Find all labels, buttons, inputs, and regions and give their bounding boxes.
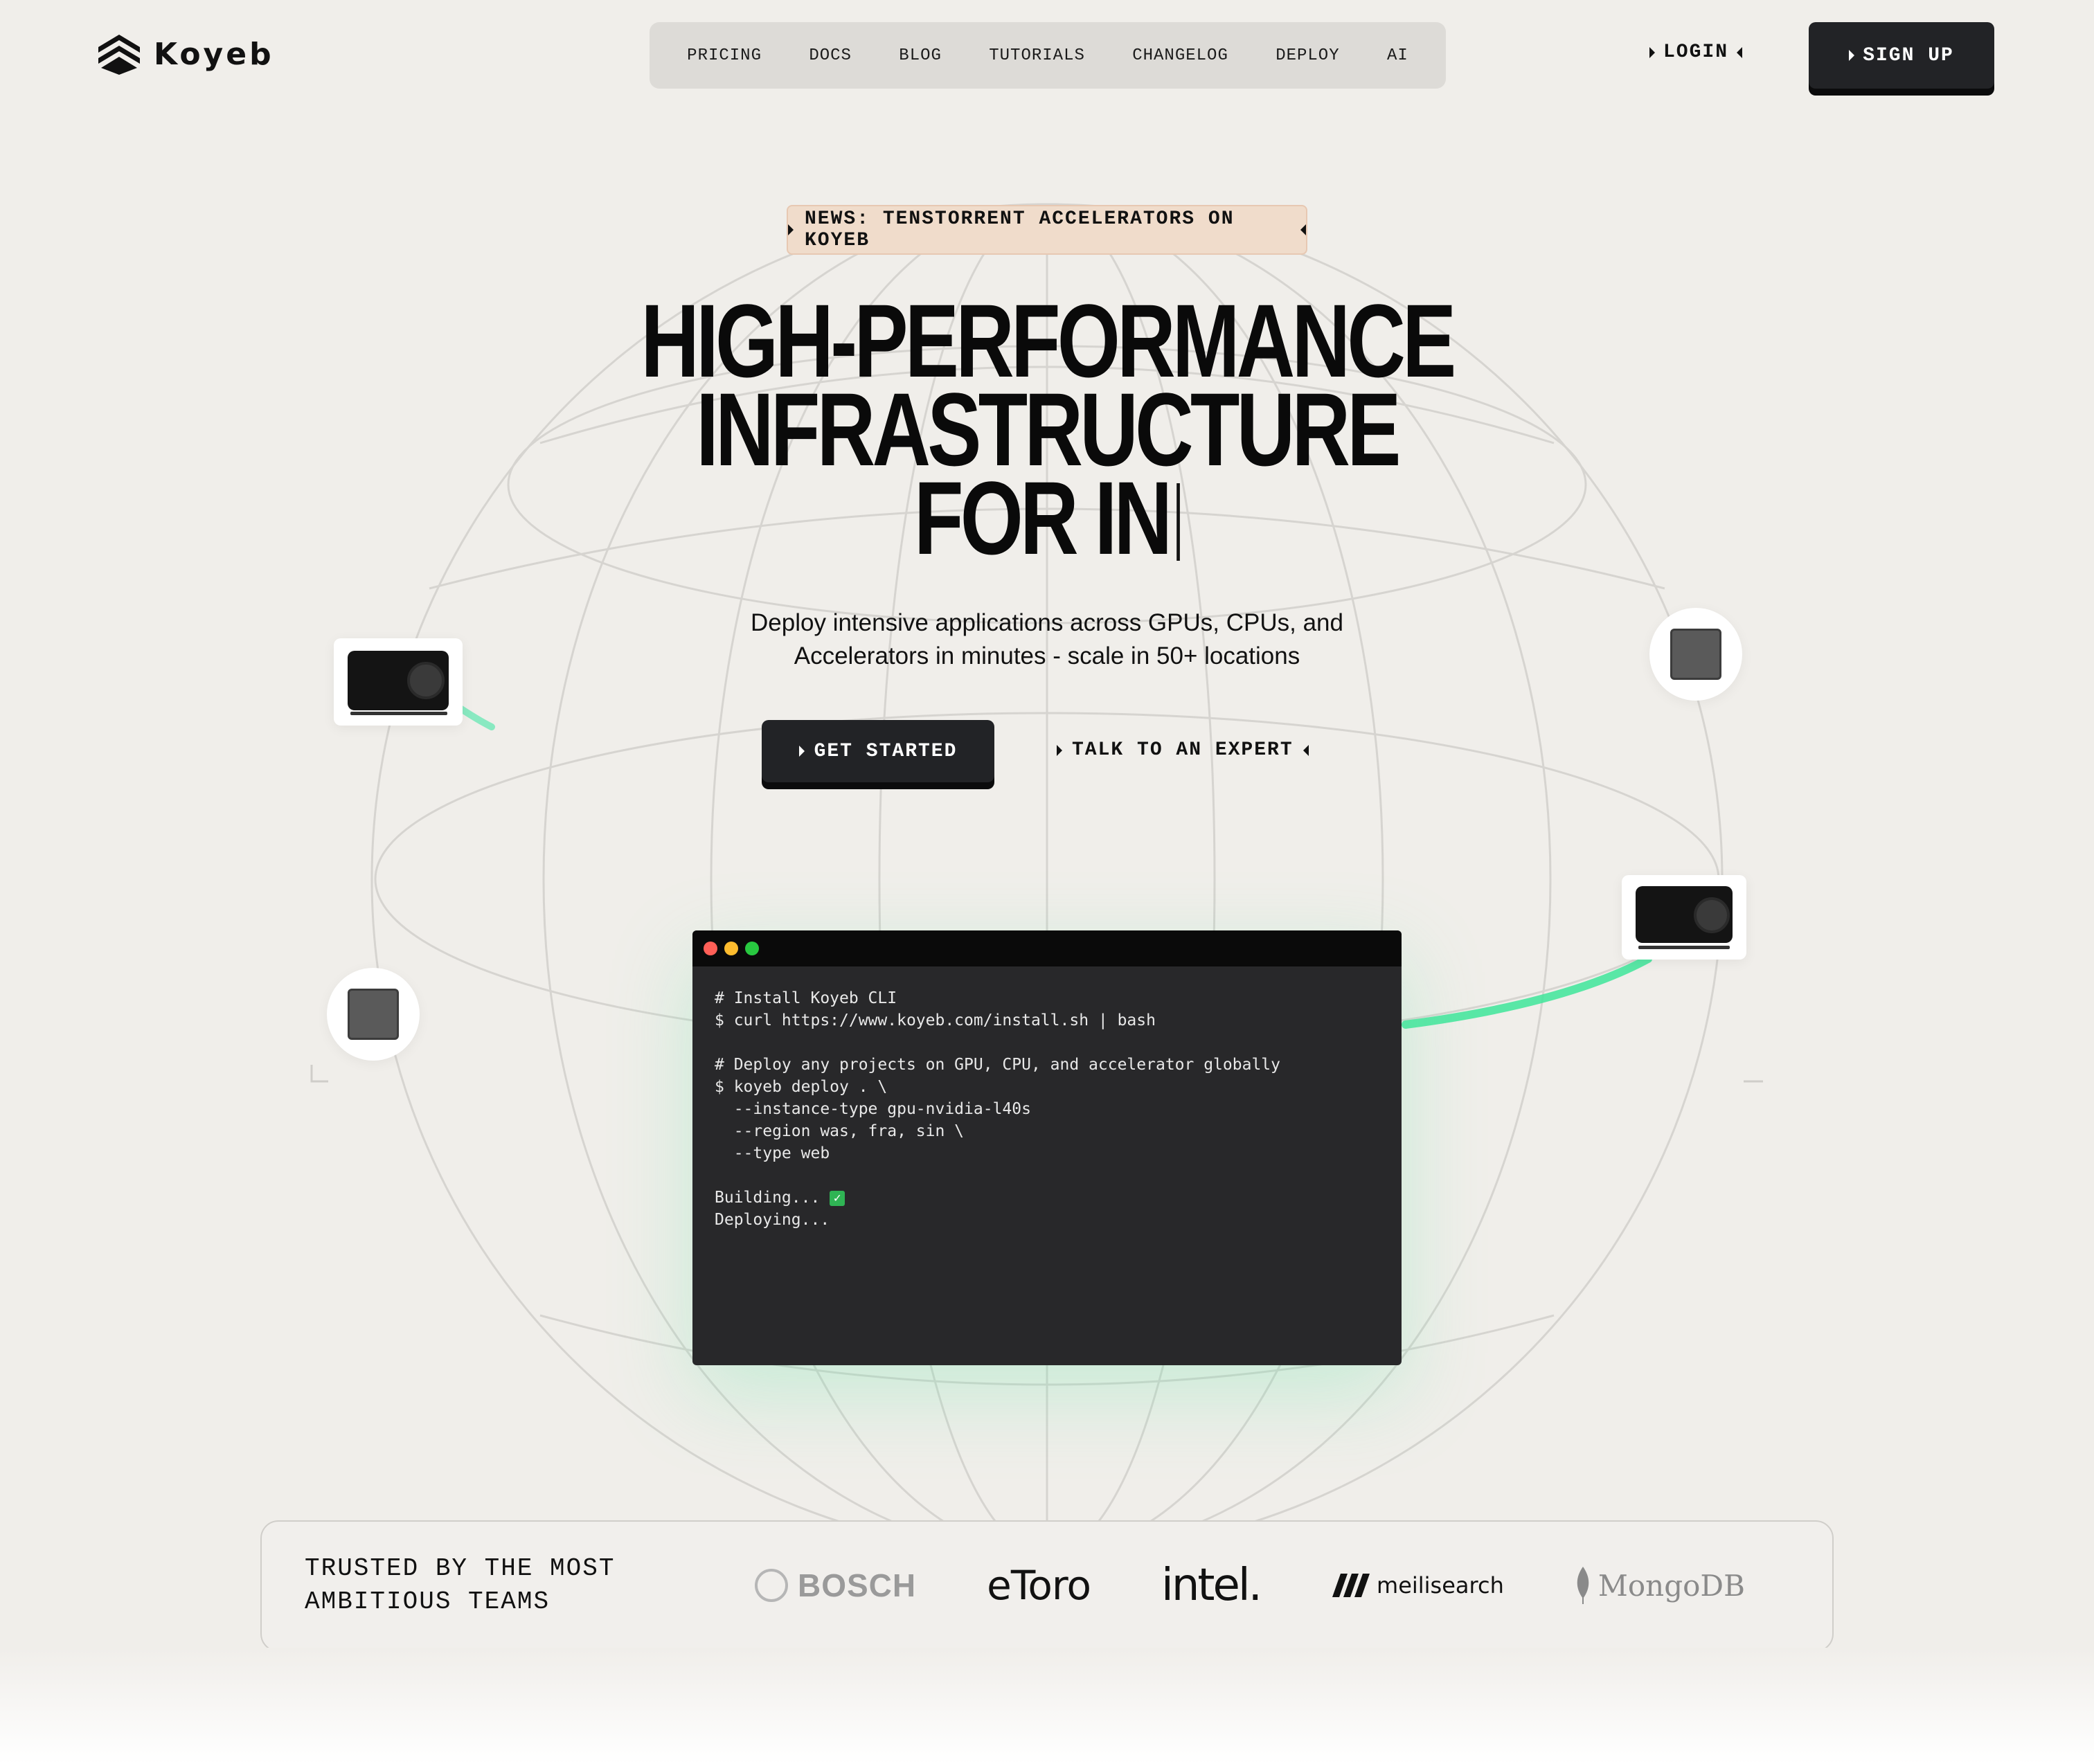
nav-changelog[interactable]: CHANGELOG [1132, 46, 1228, 65]
caret-left-icon [1303, 744, 1309, 756]
gpu-rail [350, 712, 447, 715]
gpu-card-icon [1636, 886, 1733, 943]
minimize-dot-icon [724, 942, 738, 955]
headline-line-3: FOR IN [641, 466, 1453, 570]
bosch-wordmark: BOSCH [798, 1567, 917, 1603]
signup-button[interactable]: SIGN UP [1809, 22, 1994, 89]
caret-right-icon [798, 746, 805, 757]
typing-cursor [1176, 483, 1181, 561]
nav-ai[interactable]: AI [1387, 46, 1408, 65]
meilisearch-logo: meilisearch [1331, 1572, 1504, 1599]
terminal-line: Building... ✓ [715, 1187, 1379, 1209]
caret-right-icon [1649, 46, 1655, 58]
gpu-node-right [1622, 875, 1746, 960]
terminal-line: --region was, fra, sin \ [715, 1122, 965, 1140]
chip-node-left [327, 968, 420, 1061]
bottom-fade [0, 1648, 2094, 1764]
brand-name: Koyeb [154, 36, 274, 72]
terminal-titlebar [692, 930, 1402, 966]
terminal-line: --type web [715, 1144, 830, 1162]
nav-blog[interactable]: BLOG [899, 46, 942, 65]
login-link[interactable]: LOGIN [1649, 42, 1743, 63]
trusted-title-line-1: TRUSTED BY THE MOST [305, 1554, 616, 1583]
gpu-fan-icon [407, 662, 445, 699]
intel-logo: intel. [1161, 1560, 1262, 1611]
terminal-body: # Install Koyeb CLI $ curl https://www.ko… [692, 966, 1402, 1252]
trusted-title: TRUSTED BY THE MOST AMBITIOUS TEAMS [305, 1552, 665, 1619]
building-text: Building... [715, 1189, 821, 1207]
nav-pricing[interactable]: PRICING [687, 46, 762, 65]
nav-docs[interactable]: DOCS [809, 46, 852, 65]
mongodb-logo: MongoDB [1575, 1567, 1745, 1604]
nav-deploy[interactable]: DEPLOY [1276, 46, 1339, 65]
nav-tutorials[interactable]: TUTORIALS [989, 46, 1085, 65]
get-started-button[interactable]: GET STARTED [762, 720, 994, 782]
subtitle-line-1: Deploy intensive applications across GPU… [751, 609, 1343, 636]
meilisearch-mark-icon [1332, 1574, 1370, 1597]
meilisearch-wordmark: meilisearch [1377, 1572, 1504, 1599]
terminal-line: $ koyeb deploy . \ [715, 1078, 888, 1096]
terminal-line: Deploying... [715, 1211, 830, 1229]
bosch-logo: BOSCH [755, 1567, 916, 1604]
koyeb-logo-icon [98, 35, 140, 75]
caret-right-icon [1849, 50, 1855, 61]
signup-label: SIGN UP [1863, 44, 1954, 66]
customer-logos: BOSCH eToro intel. meilisearch MongoDB [755, 1544, 1745, 1627]
globe-wireframe [310, 203, 1763, 1556]
mongodb-wordmark: MongoDB [1598, 1568, 1745, 1603]
get-started-label: GET STARTED [814, 740, 958, 762]
caret-left-icon [1737, 46, 1743, 58]
news-label: NEWS: TENSTORRENT ACCELERATORS ON KOYEB [805, 208, 1235, 251]
gpu-rail [1638, 946, 1730, 949]
gpu-card-icon [348, 651, 449, 710]
mongodb-leaf-icon [1577, 1567, 1589, 1604]
brand-logo[interactable]: Koyeb [97, 32, 274, 76]
cpu-chip-icon [348, 989, 399, 1040]
caret-right-icon [1057, 744, 1062, 756]
terminal-line: $ curl https://www.koyeb.com/install.sh … [715, 1011, 1156, 1029]
gpu-fan-icon [1694, 897, 1730, 933]
close-dot-icon [704, 942, 717, 955]
headline-line-3-text: FOR IN [913, 460, 1172, 576]
login-label: LOGIN [1663, 42, 1729, 63]
hero-subtitle: Deploy intensive applications across GPU… [632, 606, 1462, 673]
gpu-node-left [334, 638, 463, 726]
bosch-ring-icon [755, 1569, 788, 1602]
etoro-logo: eToro [987, 1562, 1091, 1609]
hero-headline: HIGH-PERFORMANCE INFRASTRUCTURE FOR IN [526, 289, 1568, 570]
subtitle-line-2: Accelerators in minutes - scale in 50+ l… [794, 642, 1300, 669]
talk-to-expert-link[interactable]: TALK TO AN EXPERT [1057, 739, 1309, 761]
cpu-chip-icon [1670, 629, 1721, 680]
caret-left-icon [1300, 224, 1306, 235]
talk-to-expert-label: TALK TO AN EXPERT [1072, 739, 1294, 761]
terminal-window: # Install Koyeb CLI $ curl https://www.ko… [692, 930, 1402, 1365]
news-badge[interactable]: NEWS: TENSTORRENT ACCELERATORS ON KOYEB [787, 205, 1307, 255]
terminal-line: --instance-type gpu-nvidia-l40s [715, 1100, 1031, 1118]
main-nav: PRICING DOCS BLOG TUTORIALS CHANGELOG DE… [650, 22, 1446, 89]
terminal-line: # Install Koyeb CLI [715, 989, 897, 1007]
trusted-title-line-2: AMBITIOUS TEAMS [305, 1587, 551, 1616]
check-icon: ✓ [830, 1190, 845, 1206]
terminal-line: # Deploy any projects on GPU, CPU, and a… [715, 1056, 1280, 1074]
caret-right-icon [788, 224, 794, 235]
chip-node-right-top [1649, 608, 1742, 701]
maximize-dot-icon [745, 942, 759, 955]
